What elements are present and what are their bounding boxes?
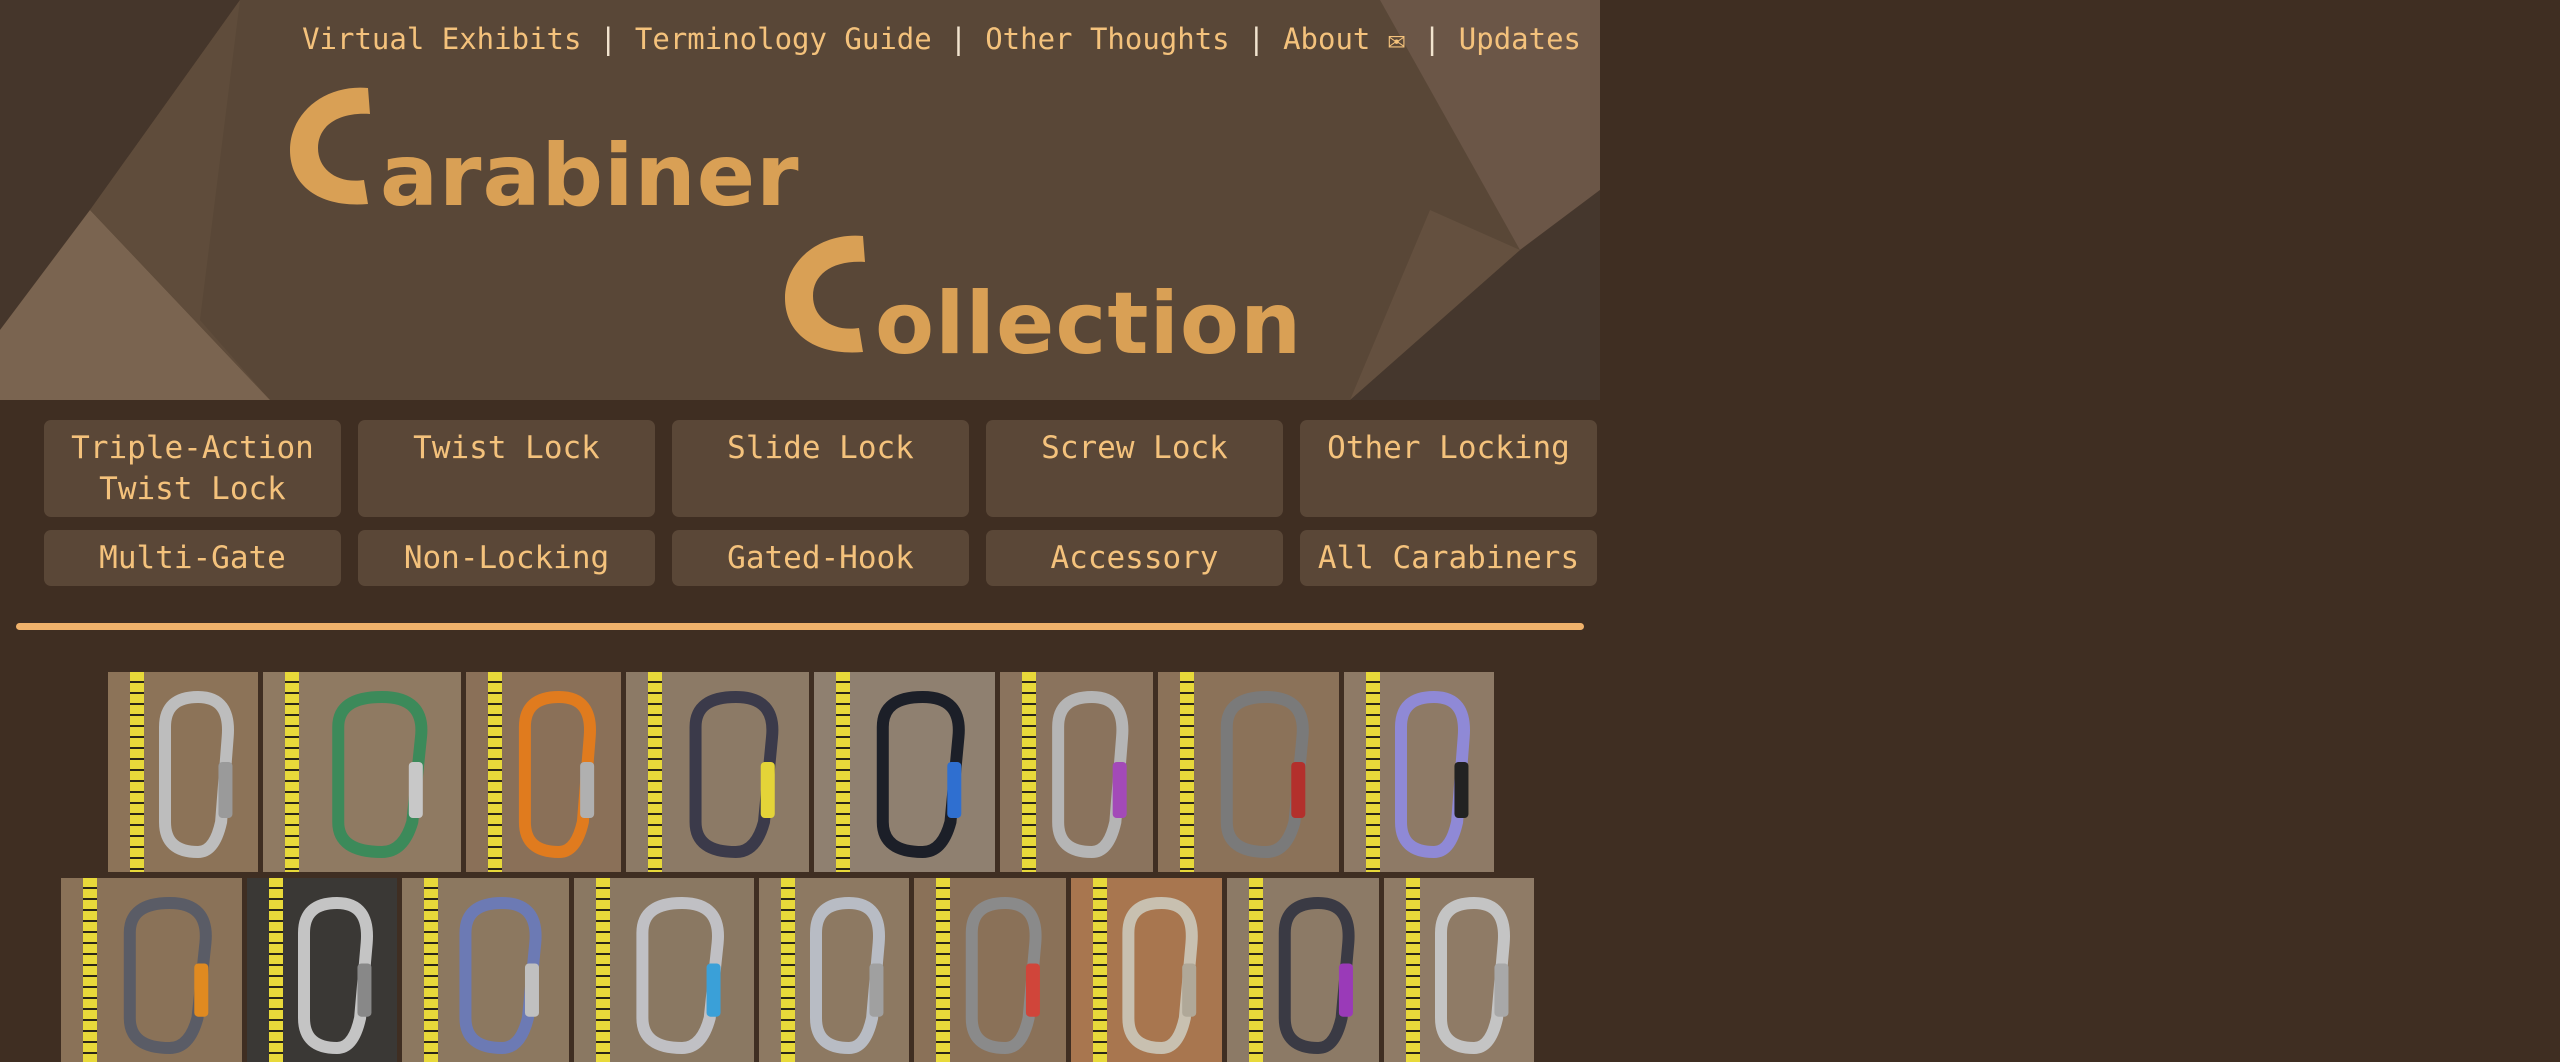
carabiner-icon	[1122, 896, 1198, 1055]
carabiner-icon	[123, 896, 212, 1055]
category-multi-gate[interactable]: Multi-Gate	[44, 530, 341, 586]
logo-carabiner: arabiner	[280, 78, 799, 219]
carabiner-icon	[1220, 690, 1309, 859]
logo-c-hook-icon	[785, 235, 865, 353]
nav-separator: |	[599, 22, 617, 56]
nav-separator: |	[949, 22, 968, 56]
carabiner-icon	[1395, 690, 1470, 859]
carabiner-photo-oval-silver-carabiner[interactable]	[1071, 878, 1222, 1062]
carabiner-icon	[689, 690, 779, 859]
carabiner-photo-silver-screwgate-dark-bg[interactable]	[247, 878, 397, 1062]
carabiner-photo-grey-orange-carabiner[interactable]	[61, 878, 242, 1062]
carabiner-photo-black-purple-carabiner[interactable]	[1227, 878, 1379, 1062]
category-all-carabiners[interactable]: All Carabiners	[1300, 530, 1597, 586]
carabiner-icon	[159, 690, 234, 859]
page: Virtual Exhibits | Terminology Guide | Other…	[0, 0, 2560, 1062]
top-navigation: Virtual Exhibits | Terminology Guide | Other…	[302, 22, 1581, 56]
carabiner-photo-dark-screwgate-carabiner[interactable]	[626, 672, 809, 872]
gallery-row-1	[108, 672, 1494, 872]
nav-virtual-exhibits[interactable]: Virtual Exhibits	[302, 22, 581, 56]
category-gated-hook[interactable]: Gated-Hook	[672, 530, 969, 586]
carabiner-icon	[459, 896, 542, 1055]
carabiner-icon	[810, 896, 885, 1055]
carabiner-icon	[298, 896, 373, 1055]
carabiner-icon	[332, 690, 428, 859]
carabiner-icon	[876, 690, 965, 859]
carabiner-icon	[1278, 896, 1355, 1055]
carabiner-icon	[636, 896, 724, 1055]
carabiner-icon	[518, 690, 596, 859]
nav-updates[interactable]: Updates	[1459, 22, 1581, 56]
carabiner-photo-grey-red-double-carabiner[interactable]	[1158, 672, 1339, 872]
carabiner-photo-silver-d-carabiner[interactable]	[108, 672, 258, 872]
carabiner-photo-black-blue-carabiner[interactable]	[814, 672, 995, 872]
category-twist-lock[interactable]: Twist Lock	[358, 420, 655, 517]
category-non-locking[interactable]: Non-Locking	[358, 530, 655, 586]
carabiner-icon	[1435, 896, 1510, 1055]
divider-rule	[16, 623, 1584, 630]
gallery-row-2	[61, 878, 1534, 1062]
carabiner-photo-orange-carabiner[interactable]	[466, 672, 621, 872]
category-triple-action-twist-lock[interactable]: Triple-Action Twist Lock	[44, 420, 341, 517]
category-other-locking[interactable]: Other Locking	[1300, 420, 1597, 517]
carabiner-photo-silver-purple-carabiner[interactable]	[1000, 672, 1153, 872]
carabiner-photo-lavender-carabiner[interactable]	[1344, 672, 1494, 872]
carabiner-icon	[1052, 690, 1129, 859]
carabiner-photo-grey-red-carabiner[interactable]	[914, 878, 1066, 1062]
carabiner-photo-blue-grey-carabiner[interactable]	[402, 878, 569, 1062]
logo-collection: ollection	[775, 226, 1302, 367]
nav-terminology-guide[interactable]: Terminology Guide	[635, 22, 932, 56]
carabiner-photo-green-multi-hole-carabiner[interactable]	[263, 672, 461, 872]
nav-separator: |	[1247, 22, 1266, 56]
carabiner-photo-silver-small-carabiner[interactable]	[1384, 878, 1534, 1062]
category-grid: Triple-Action Twist Lock Twist Lock Slid…	[44, 420, 1597, 586]
nav-other-thoughts[interactable]: Other Thoughts	[985, 22, 1229, 56]
category-slide-lock[interactable]: Slide Lock	[672, 420, 969, 517]
carabiner-photo-silver-blue-pear-carabiner[interactable]	[574, 878, 754, 1062]
nav-about[interactable]: About ✉	[1283, 22, 1405, 56]
site-header: Virtual Exhibits | Terminology Guide | Other…	[0, 0, 1600, 400]
logo-line1: arabiner	[380, 126, 800, 226]
nav-separator: |	[1423, 22, 1441, 56]
carabiner-photo-light-silver-carabiner[interactable]	[759, 878, 909, 1062]
carabiner-icon	[965, 896, 1042, 1055]
category-screw-lock[interactable]: Screw Lock	[986, 420, 1283, 517]
logo-c-hook-icon	[290, 87, 370, 205]
logo-line2: ollection	[875, 274, 1303, 374]
category-accessory[interactable]: Accessory	[986, 530, 1283, 586]
